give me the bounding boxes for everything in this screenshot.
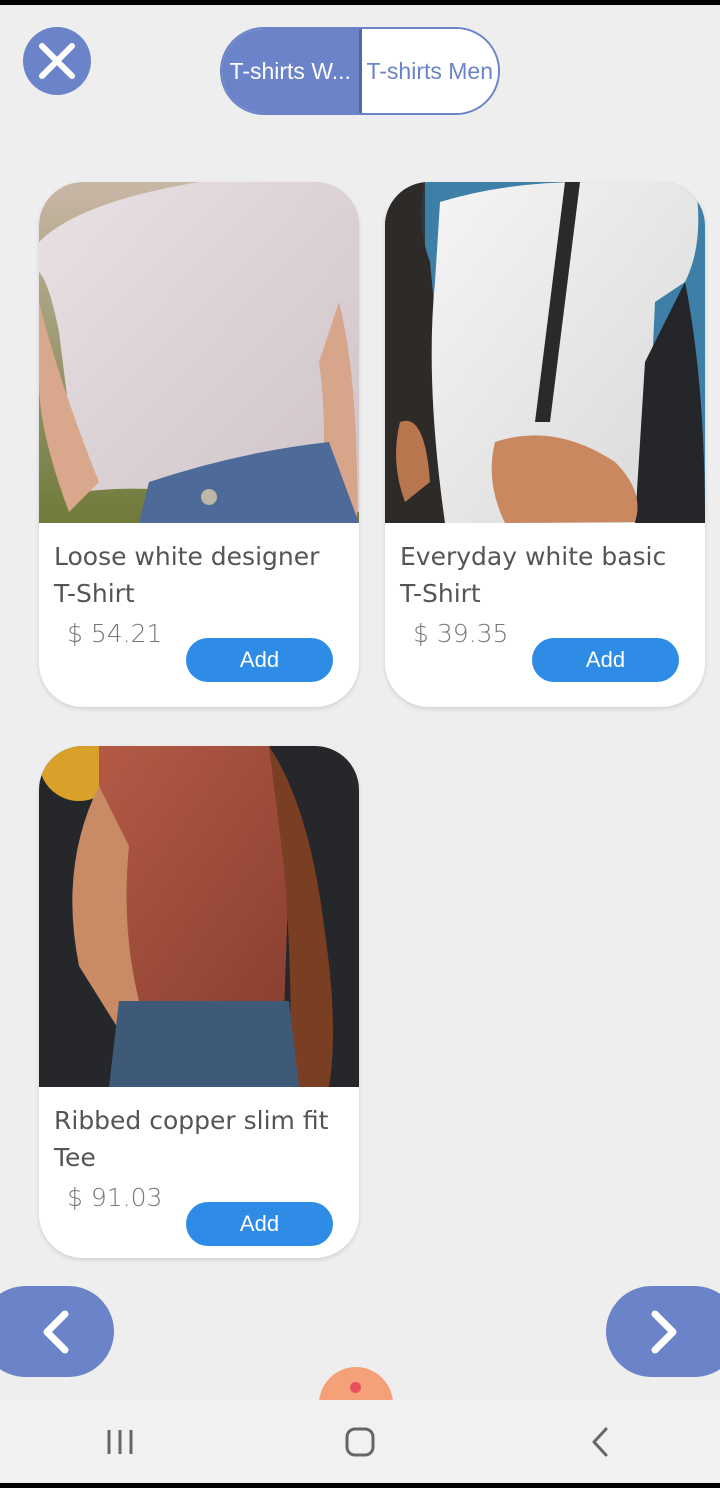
home-icon [345,1427,375,1456]
back-icon [592,1427,608,1456]
tab-tshirts-men[interactable]: T-shirts Men [361,29,498,113]
product-price: $ 91.03 [67,1183,163,1212]
add-to-cart-button[interactable]: Add [532,638,679,682]
system-navigation-bar [0,1400,720,1483]
tab-label: T-shirts Men [366,57,494,84]
product-name: Loose white designer T-Shirt [54,542,320,608]
next-page-button[interactable] [606,1286,720,1377]
app-screen: T-shirts W... T-shirts Men Loose white d… [0,5,720,1483]
assistant-dot [350,1382,361,1393]
product-name: Everyday white basic T-Shirt [400,542,667,608]
product-image [385,182,705,523]
tab-label: T-shirts W... [229,57,351,84]
product-card[interactable]: Ribbed copper slim fit Tee $ 91.03 Add [39,746,359,1258]
previous-page-button[interactable] [0,1286,114,1377]
home-button[interactable] [330,1412,390,1472]
close-icon [39,43,75,79]
recents-icon [107,1429,133,1454]
product-price: $ 54.21 [67,619,163,648]
product-price: $ 39.35 [413,619,509,648]
back-button[interactable] [570,1412,630,1472]
product-image [39,746,359,1087]
product-image [39,182,359,523]
tab-tshirts-women[interactable]: T-shirts W... [222,29,362,113]
recents-button[interactable] [90,1412,150,1472]
chevron-right-icon [651,1310,677,1353]
product-card[interactable]: Loose white designer T-Shirt $ 54.21 Add [39,182,359,707]
product-name: Ribbed copper slim fit Tee [54,1106,329,1172]
add-to-cart-button[interactable]: Add [186,638,333,682]
product-card[interactable]: Everyday white basic T-Shirt $ 39.35 Add [385,182,705,707]
add-to-cart-button[interactable]: Add [186,1202,333,1246]
chevron-left-icon [43,1310,69,1353]
category-segmented-control: T-shirts W... T-shirts Men [220,27,500,115]
close-button[interactable] [23,27,91,95]
